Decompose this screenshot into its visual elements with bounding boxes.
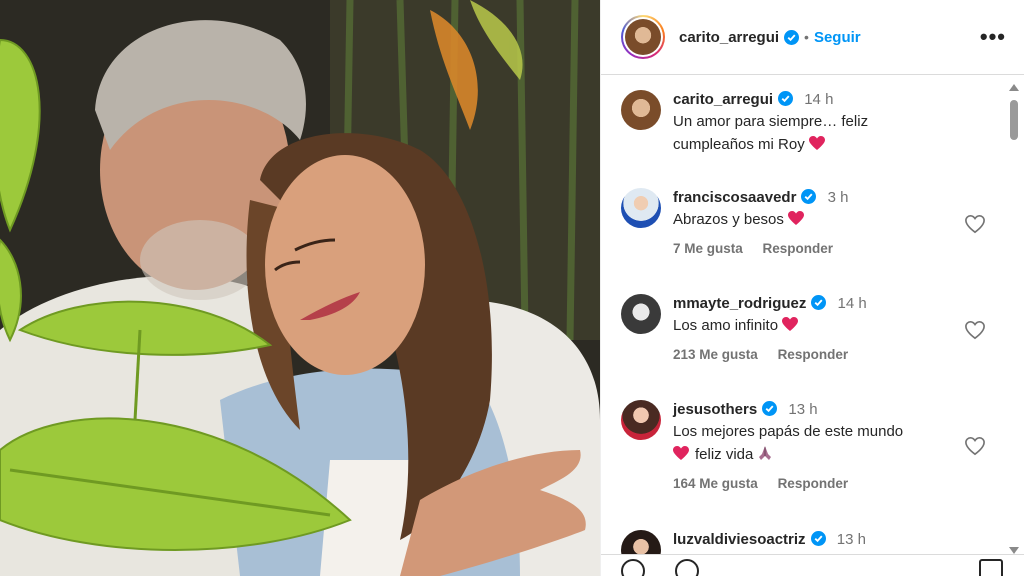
- commenter-avatar[interactable]: [621, 294, 661, 334]
- couple-photo-illustration: [0, 0, 600, 576]
- comment-item: luzvaldiviesoactriz 13 h: [621, 530, 994, 554]
- comment-text: Los amo infinito: [673, 317, 779, 334]
- comment-text-line1: Los mejores papás de este mundo: [673, 423, 904, 440]
- reply-button[interactable]: Responder: [778, 476, 849, 491]
- more-options-icon[interactable]: •••: [980, 26, 1006, 48]
- scroll-up-arrow-icon[interactable]: [1009, 84, 1019, 91]
- author-avatar-image: [625, 19, 661, 55]
- heart-emoji-icon: [782, 317, 799, 331]
- caption-text-line1: Un amor para siempre… feliz: [673, 113, 869, 130]
- comment-item: mmayte_rodriguez 14 h Los amo infinito 2…: [621, 294, 994, 362]
- commenter-username[interactable]: jesusothers: [673, 401, 757, 418]
- heart-outline-icon[interactable]: [964, 214, 986, 234]
- verified-badge-icon: [811, 295, 827, 310]
- comment-item: jesusothers 13 h Los mejores papás de es…: [621, 400, 994, 491]
- save-icon[interactable]: [979, 559, 1003, 576]
- verified-badge-icon: [810, 531, 826, 546]
- comment-time: 13 h: [788, 401, 818, 418]
- post-header: carito_arregui • Seguir •••: [601, 0, 1024, 75]
- comment-likes[interactable]: 213 Me gusta: [673, 347, 758, 362]
- praying-hands-emoji-icon: [759, 446, 772, 460]
- comment-time: 14 h: [837, 295, 867, 312]
- scroll-down-arrow-icon[interactable]: [1009, 547, 1019, 554]
- heart-outline-icon[interactable]: [964, 436, 986, 456]
- heart-emoji-icon: [673, 446, 689, 460]
- action-bar: [601, 554, 1024, 576]
- caption: carito_arregui 14 h Un amor para siempre…: [621, 90, 994, 156]
- comment-text-line2: feliz vida: [695, 446, 754, 463]
- caption-text-line2: cumpleaños mi Roy: [673, 136, 805, 153]
- comment-item: franciscosaavedr 3 h Abrazos y besos 7 M…: [621, 188, 994, 256]
- comments-list: carito_arregui 14 h Un amor para siempre…: [601, 76, 1024, 554]
- comment-icon[interactable]: [675, 559, 699, 576]
- commenter-username[interactable]: franciscosaavedr: [673, 189, 796, 206]
- comment-time: 13 h: [836, 531, 866, 548]
- commenter-avatar[interactable]: [621, 530, 661, 554]
- verified-badge-icon: [784, 29, 800, 45]
- follow-button[interactable]: Seguir: [814, 29, 861, 46]
- comment-likes[interactable]: 7 Me gusta: [673, 241, 743, 256]
- comments-panel: carito_arregui • Seguir ••• carito_arreg…: [600, 0, 1024, 576]
- caption-username[interactable]: carito_arregui: [673, 91, 773, 108]
- commenter-username[interactable]: mmayte_rodriguez: [673, 295, 806, 312]
- commenter-avatar[interactable]: [621, 188, 661, 228]
- commenter-username[interactable]: luzvaldiviesoactriz: [673, 531, 806, 548]
- comment-likes[interactable]: 164 Me gusta: [673, 476, 758, 491]
- author-avatar[interactable]: [621, 15, 665, 59]
- caption-time: 14 h: [804, 91, 834, 108]
- heart-emoji-icon: [787, 211, 804, 225]
- comment-time: 3 h: [827, 189, 849, 206]
- like-icon[interactable]: [621, 559, 645, 576]
- scroll-thumb[interactable]: [1010, 100, 1018, 140]
- comment-text: Abrazos y besos: [673, 211, 784, 228]
- reply-button[interactable]: Responder: [763, 241, 834, 256]
- commenter-avatar[interactable]: [621, 400, 661, 440]
- separator-dot: •: [804, 29, 809, 45]
- post-photo: [0, 0, 600, 576]
- verified-badge-icon: [801, 189, 817, 204]
- author-block: carito_arregui • Seguir: [679, 29, 861, 46]
- caption-avatar[interactable]: [621, 90, 661, 130]
- heart-outline-icon[interactable]: [964, 320, 986, 340]
- comments-scrollbar[interactable]: [1007, 80, 1021, 554]
- verified-badge-icon: [762, 401, 778, 416]
- verified-badge-icon: [778, 91, 794, 106]
- author-username[interactable]: carito_arregui: [679, 29, 779, 46]
- reply-button[interactable]: Responder: [778, 347, 849, 362]
- heart-emoji-icon: [808, 136, 825, 150]
